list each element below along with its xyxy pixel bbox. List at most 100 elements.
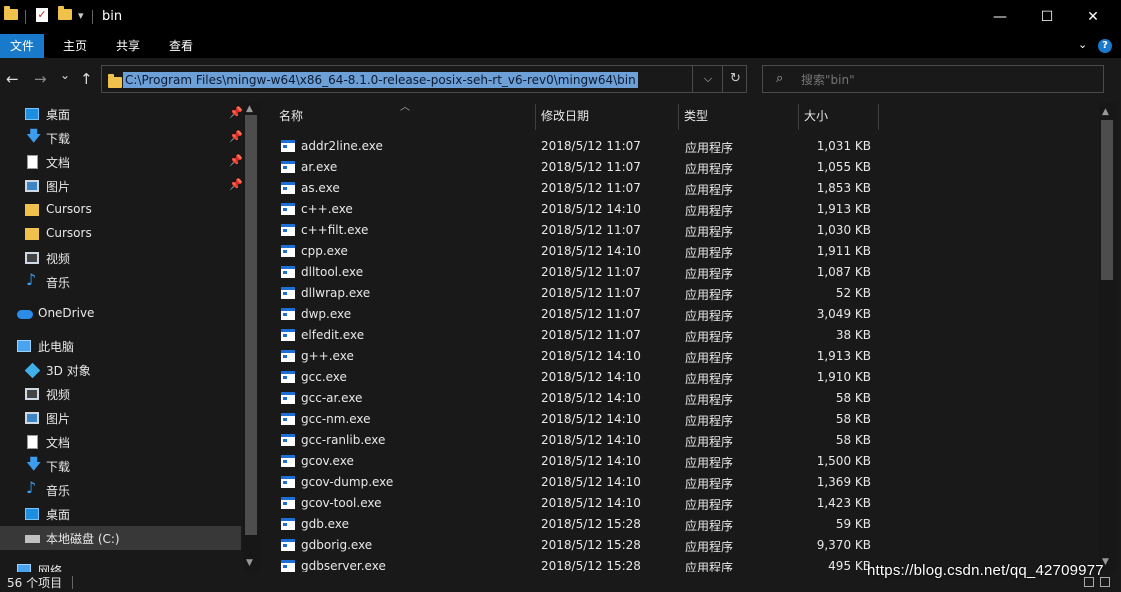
sidebar-item-documents[interactable]: 文档 📌	[0, 150, 243, 174]
address-path[interactable]: C:\Program Files\mingw-w64\x86_64-8.1.0-…	[123, 72, 638, 88]
file-type: 应用程序	[685, 225, 734, 239]
file-row[interactable]: c++.exe 2018/5/12 14:10 应用程序 1,913 KB	[262, 199, 882, 220]
sidebar-item-cursors[interactable]: Cursors	[0, 222, 241, 246]
chevron-down-icon[interactable]: ⌄	[1078, 38, 1087, 51]
sidebar-item-music[interactable]: ♪ 音乐	[0, 478, 241, 502]
file-row[interactable]: elfedit.exe 2018/5/12 11:07 应用程序 38 KB	[262, 325, 882, 346]
column-divider[interactable]	[535, 104, 536, 130]
sidebar-item-desktop[interactable]: 桌面 📌	[0, 102, 243, 126]
file-name: c++.exe	[301, 202, 353, 216]
separator	[92, 10, 93, 24]
scroll-down-icon[interactable]: ▼	[246, 558, 253, 568]
sidebar-item-label: 桌面	[46, 108, 71, 122]
file-row[interactable]: gcov.exe 2018/5/12 14:10 应用程序 1,500 KB	[262, 451, 882, 472]
file-row[interactable]: gdbserver.exe 2018/5/12 15:28 应用程序 495 KB	[262, 556, 882, 572]
sidebar-item-this-pc[interactable]: 此电脑	[0, 334, 241, 358]
recent-locations-icon[interactable]: ⌄	[60, 68, 70, 82]
file-row[interactable]: dwp.exe 2018/5/12 11:07 应用程序 3,049 KB	[262, 304, 882, 325]
search-input[interactable]	[799, 70, 1093, 90]
column-header-name[interactable]: 名称	[279, 102, 303, 130]
file-row[interactable]: g++.exe 2018/5/12 14:10 应用程序 1,913 KB	[262, 346, 882, 367]
close-button[interactable]: ✕	[1070, 0, 1116, 34]
file-date: 2018/5/12 14:10	[541, 370, 641, 384]
forward-icon[interactable]: →	[34, 70, 47, 88]
sidebar-item-label: 图片	[46, 412, 71, 426]
tab-home[interactable]: 主页	[54, 34, 96, 58]
sidebar-item-onedrive[interactable]: OneDrive	[0, 302, 241, 326]
tab-view[interactable]: 查看	[160, 34, 202, 58]
file-row[interactable]: dlltool.exe 2018/5/12 11:07 应用程序 1,087 KB	[262, 262, 882, 283]
sidebar-item-cursors[interactable]: Cursors	[0, 198, 241, 222]
pin-icon[interactable]: 📌	[229, 154, 243, 167]
scroll-up-icon[interactable]: ▲	[1102, 107, 1109, 117]
column-divider[interactable]	[878, 104, 879, 130]
file-row[interactable]: gcc.exe 2018/5/12 14:10 应用程序 1,910 KB	[262, 367, 882, 388]
file-row[interactable]: ar.exe 2018/5/12 11:07 应用程序 1,055 KB	[262, 157, 882, 178]
address-bar[interactable]: C:\Program Files\mingw-w64\x86_64-8.1.0-…	[101, 65, 747, 93]
file-name: dllwrap.exe	[301, 286, 371, 300]
column-divider[interactable]	[798, 104, 799, 130]
file-row[interactable]: gcov-tool.exe 2018/5/12 14:10 应用程序 1,423 KB	[262, 493, 882, 514]
file-row[interactable]: gcc-nm.exe 2018/5/12 14:10 应用程序 58 KB	[262, 409, 882, 430]
sidebar-scroll-thumb[interactable]	[245, 115, 257, 535]
sidebar-item-3d-objects[interactable]: 3D 对象	[0, 358, 241, 382]
file-date: 2018/5/12 14:10	[541, 244, 641, 258]
sidebar-item-videos[interactable]: 视频	[0, 246, 241, 270]
scroll-up-icon[interactable]: ▲	[246, 104, 253, 114]
new-folder-icon[interactable]	[58, 6, 72, 20]
file-row[interactable]: cpp.exe 2018/5/12 14:10 应用程序 1,911 KB	[262, 241, 882, 262]
pin-icon[interactable]: 📌	[229, 178, 243, 191]
file-name: gcov.exe	[301, 454, 354, 468]
minimize-button[interactable]: —	[977, 0, 1023, 34]
sidebar-item-pictures[interactable]: 图片	[0, 406, 241, 430]
file-size: 495 KB	[828, 559, 871, 572]
sidebar-item-pictures[interactable]: 图片 📌	[0, 174, 243, 198]
file-row[interactable]: gdb.exe 2018/5/12 15:28 应用程序 59 KB	[262, 514, 882, 535]
sidebar-item-label: 音乐	[46, 484, 71, 498]
file-date: 2018/5/12 14:10	[541, 202, 641, 216]
pin-icon[interactable]: 📌	[229, 130, 243, 143]
file-row[interactable]: addr2line.exe 2018/5/12 11:07 应用程序 1,031 KB	[262, 136, 882, 157]
file-name: g++.exe	[301, 349, 354, 363]
file-row[interactable]: gcov-dump.exe 2018/5/12 14:10 应用程序 1,369 KB	[262, 472, 882, 493]
up-icon[interactable]: ↑	[80, 70, 93, 88]
refresh-icon[interactable]: ↻	[722, 66, 748, 92]
folder-icon	[108, 74, 122, 88]
search-box[interactable]: ⌕	[762, 65, 1104, 93]
separator	[72, 576, 73, 589]
sidebar-item-desktop[interactable]: 桌面	[0, 502, 241, 526]
navigation-bar: ← → ⌄ ↑ C:\Program Files\mingw-w64\x86_6…	[0, 58, 1121, 102]
file-list-scroll-thumb[interactable]	[1101, 120, 1113, 280]
back-icon[interactable]: ←	[6, 70, 19, 88]
tab-share[interactable]: 共享	[107, 34, 149, 58]
file-type: 应用程序	[685, 288, 734, 302]
properties-icon[interactable]: ✓	[36, 8, 48, 22]
column-header-type[interactable]: 类型	[684, 102, 708, 130]
file-row[interactable]: as.exe 2018/5/12 11:07 应用程序 1,853 KB	[262, 178, 882, 199]
file-row[interactable]: gdborig.exe 2018/5/12 15:28 应用程序 9,370 KB	[262, 535, 882, 556]
sidebar-item-downloads[interactable]: 🡇 下载 📌	[0, 126, 243, 150]
file-date: 2018/5/12 14:10	[541, 454, 641, 468]
video-icon	[25, 252, 39, 264]
pin-icon[interactable]: 📌	[229, 106, 243, 119]
sidebar-item-local-disk[interactable]: 本地磁盘 (C:)	[0, 526, 241, 550]
sidebar-item-downloads[interactable]: 🡇 下载	[0, 454, 241, 478]
file-row[interactable]: gcc-ranlib.exe 2018/5/12 14:10 应用程序 58 KB	[262, 430, 882, 451]
file-row[interactable]: dllwrap.exe 2018/5/12 11:07 应用程序 52 KB	[262, 283, 882, 304]
sidebar-item-network[interactable]: 网络	[0, 558, 241, 572]
file-row[interactable]: c++filt.exe 2018/5/12 11:07 应用程序 1,030 KB	[262, 220, 882, 241]
sidebar-item-documents[interactable]: 文档	[0, 430, 241, 454]
ribbon-tabs: 文件 主页 共享 查看	[0, 34, 1121, 58]
address-dropdown-icon[interactable]: ⌵	[692, 66, 723, 92]
help-icon[interactable]: ?	[1098, 39, 1112, 53]
sidebar-item-videos[interactable]: 视频	[0, 382, 241, 406]
file-row[interactable]: gcc-ar.exe 2018/5/12 14:10 应用程序 58 KB	[262, 388, 882, 409]
tab-file[interactable]: 文件	[0, 34, 44, 58]
qat-dropdown-icon[interactable]: ▾	[78, 9, 84, 22]
sidebar-item-music[interactable]: ♪ 音乐	[0, 270, 241, 294]
maximize-button[interactable]: ☐	[1024, 0, 1070, 34]
column-header-date[interactable]: 修改日期	[541, 102, 589, 130]
column-header-size[interactable]: 大小	[804, 102, 828, 130]
file-size: 58 KB	[835, 412, 871, 426]
column-divider[interactable]	[678, 104, 679, 130]
